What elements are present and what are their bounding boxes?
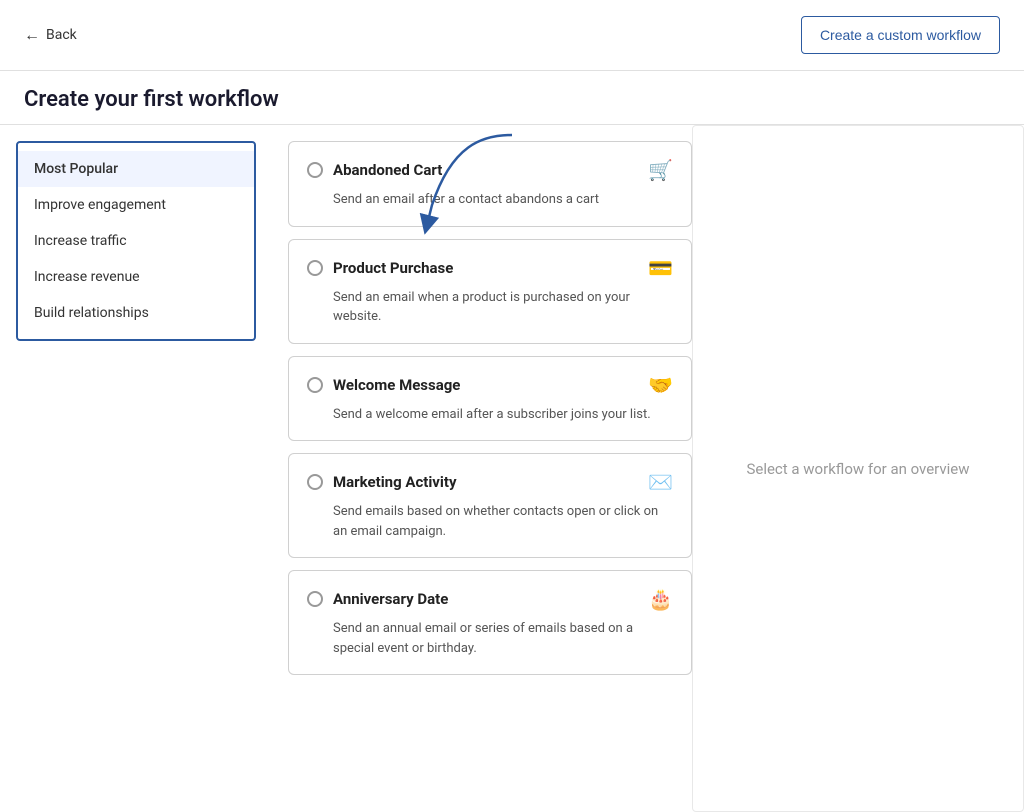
workflow-radio-abandoned-cart[interactable] [307,162,323,178]
sidebar-item-increase-traffic[interactable]: Increase traffic [18,223,254,259]
workflow-title-row-welcome-message: Welcome Message [307,376,460,394]
workflow-title-row-anniversary-date: Anniversary Date [307,590,448,608]
workflow-title-row-abandoned-cart: Abandoned Cart [307,161,442,179]
sidebar-item-most-popular[interactable]: Most Popular [18,151,254,187]
workflow-card-anniversary-date[interactable]: Anniversary Date 🎂 Send an annual email … [288,570,692,675]
workflow-title-welcome-message: Welcome Message [333,376,460,394]
workflow-desc-marketing-activity: Send emails based on whether contacts op… [307,502,673,541]
workflow-desc-product-purchase: Send an email when a product is purchase… [307,288,673,327]
back-arrow-icon: ← [24,25,40,45]
workflow-title-product-purchase: Product Purchase [333,259,453,277]
workflow-icon-marketing-activity: ✉️ [648,470,673,494]
create-custom-workflow-button[interactable]: Create a custom workflow [801,16,1000,54]
workflow-card-header-welcome-message: Welcome Message 🤝 [307,373,673,397]
sidebar-item-increase-revenue[interactable]: Increase revenue [18,259,254,295]
workflow-card-header-abandoned-cart: Abandoned Cart 🛒 [307,158,673,182]
page-title: Create your first workflow [24,87,1000,112]
workflow-card-product-purchase[interactable]: Product Purchase 💳 Send an email when a … [288,239,692,344]
workflow-desc-abandoned-cart: Send an email after a contact abandons a… [307,190,673,210]
workflow-icon-anniversary-date: 🎂 [648,587,673,611]
back-label: Back [46,27,77,43]
workflow-title-row-product-purchase: Product Purchase [307,259,453,277]
workflow-icon-product-purchase: 💳 [648,256,673,280]
workflow-card-header-marketing-activity: Marketing Activity ✉️ [307,470,673,494]
workflow-card-welcome-message[interactable]: Welcome Message 🤝 Send a welcome email a… [288,356,692,442]
workflow-title-anniversary-date: Anniversary Date [333,590,448,608]
workflow-icon-welcome-message: 🤝 [648,373,673,397]
sidebar-item-build-relationships[interactable]: Build relationships [18,295,254,331]
category-sidebar: Most PopularImprove engagementIncrease t… [16,141,256,341]
workflow-title-marketing-activity: Marketing Activity [333,473,457,491]
workflow-card-header-anniversary-date: Anniversary Date 🎂 [307,587,673,611]
workflow-card-marketing-activity[interactable]: Marketing Activity ✉️ Send emails based … [288,453,692,558]
workflow-overview-panel: Select a workflow for an overview [692,125,1024,812]
workflow-title-abandoned-cart: Abandoned Cart [333,161,442,179]
workflow-desc-anniversary-date: Send an annual email or series of emails… [307,619,673,658]
back-link[interactable]: ← Back [24,25,77,45]
workflow-radio-anniversary-date[interactable] [307,591,323,607]
overview-placeholder-text: Select a workflow for an overview [746,460,969,478]
workflow-radio-welcome-message[interactable] [307,377,323,393]
workflow-radio-marketing-activity[interactable] [307,474,323,490]
sidebar-item-improve-engagement[interactable]: Improve engagement [18,187,254,223]
workflow-card-abandoned-cart[interactable]: Abandoned Cart 🛒 Send an email after a c… [288,141,692,227]
workflow-icon-abandoned-cart: 🛒 [648,158,673,182]
workflow-title-row-marketing-activity: Marketing Activity [307,473,457,491]
workflow-card-header-product-purchase: Product Purchase 💳 [307,256,673,280]
workflow-radio-product-purchase[interactable] [307,260,323,276]
workflow-desc-welcome-message: Send a welcome email after a subscriber … [307,405,673,425]
